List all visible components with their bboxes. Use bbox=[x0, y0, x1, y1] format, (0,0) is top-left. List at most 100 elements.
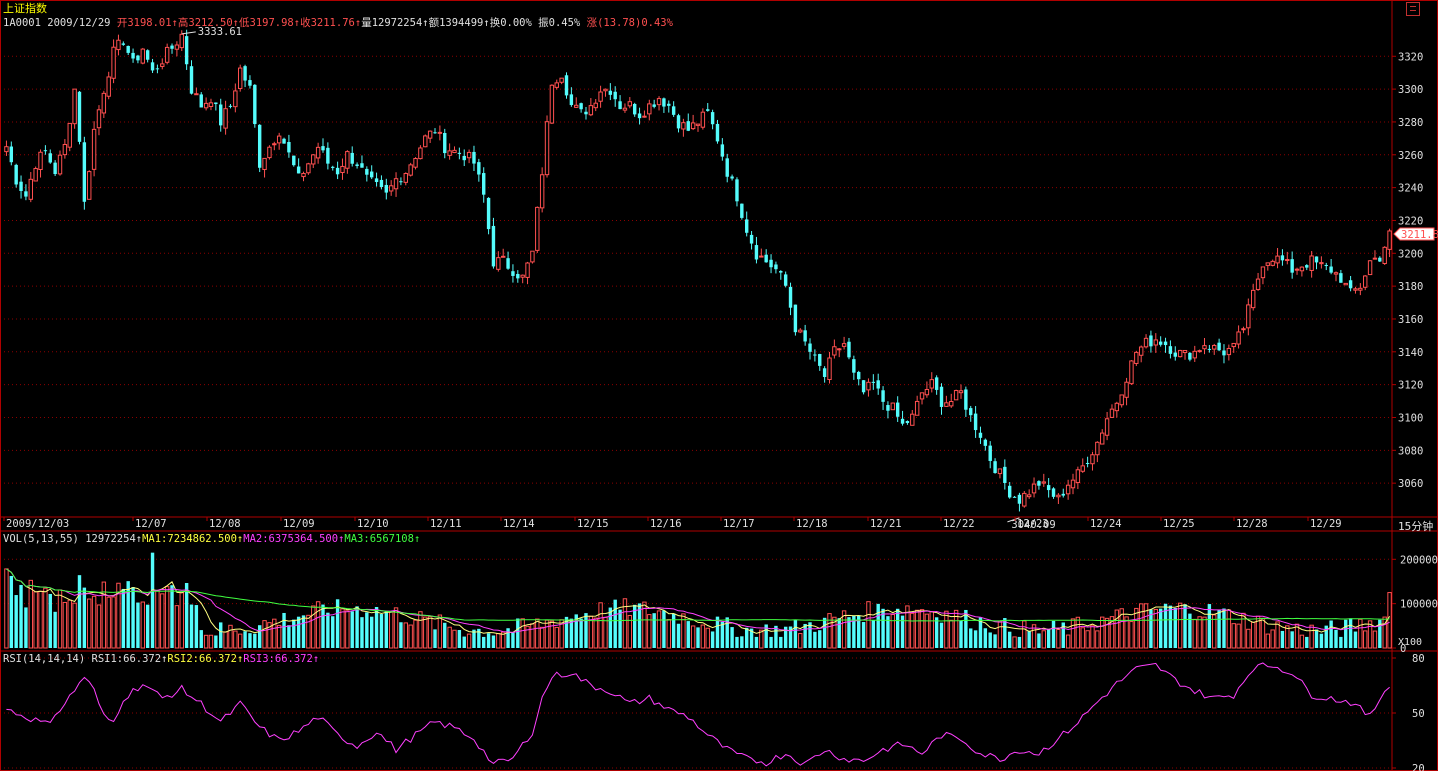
candle-body-down bbox=[905, 421, 910, 424]
candle-body-down bbox=[1314, 256, 1319, 263]
candle-body-down bbox=[477, 162, 481, 175]
ohlc-info-row: 1A0001 2009/12/29 开3198.01↑高3212.50↑低319… bbox=[3, 17, 673, 29]
candle-body-up bbox=[953, 390, 959, 401]
candle-body-down bbox=[1339, 273, 1343, 283]
volume-bar-down bbox=[710, 631, 715, 648]
volume-bar-down bbox=[253, 633, 257, 648]
volume-bar-up bbox=[1153, 608, 1159, 649]
candle-body-up bbox=[841, 343, 847, 347]
candle-body-down bbox=[740, 203, 744, 218]
volume-bar-down bbox=[145, 604, 150, 648]
candle-body-down bbox=[710, 112, 715, 125]
volume-bar-down bbox=[292, 619, 296, 648]
rsi-tick-label: 80 bbox=[1412, 653, 1425, 665]
candle-body-up bbox=[837, 348, 842, 351]
volume-bar-up bbox=[452, 629, 457, 649]
volume-bar-down bbox=[1207, 604, 1212, 648]
volume-bar-down bbox=[632, 604, 637, 648]
window-toggle-icon[interactable] bbox=[1406, 2, 1420, 16]
candle-body-up bbox=[890, 402, 896, 411]
date-label: 12/21 bbox=[870, 518, 902, 530]
candle-body-down bbox=[730, 176, 734, 179]
current-price-label: 3211.8 bbox=[1401, 229, 1438, 241]
candle-body-down bbox=[993, 461, 997, 474]
candle-body-up bbox=[544, 121, 550, 176]
candle-body-up bbox=[1236, 331, 1241, 345]
candle-body-down bbox=[360, 163, 364, 168]
candle-body-up bbox=[1109, 408, 1115, 418]
volume-bar-down bbox=[248, 633, 252, 648]
candle-body-down bbox=[350, 152, 354, 164]
candle-body-up bbox=[924, 388, 930, 396]
candle-body-down bbox=[282, 138, 286, 144]
volume-unit-label: X100 bbox=[1398, 637, 1423, 648]
candle-body-up bbox=[1080, 465, 1085, 472]
candle-body-up bbox=[1100, 432, 1105, 445]
candle-body-up bbox=[1114, 402, 1120, 412]
candle-body-up bbox=[427, 130, 433, 139]
candle-body-up bbox=[866, 381, 871, 391]
candle-body-down bbox=[808, 343, 812, 352]
volume-bar-down bbox=[77, 575, 82, 648]
candle-body-down bbox=[482, 173, 486, 195]
candle-body-down bbox=[881, 390, 885, 402]
date-label: 12/24 bbox=[1090, 518, 1122, 530]
candle-body-down bbox=[744, 219, 749, 233]
date-label: 12/14 bbox=[503, 518, 535, 530]
date-label: 12/17 bbox=[723, 518, 755, 530]
volume-bar-up bbox=[520, 618, 525, 649]
volume-bar-up bbox=[1080, 627, 1085, 649]
candle-body-up bbox=[1358, 287, 1363, 291]
volume-bar-down bbox=[1280, 630, 1285, 648]
candle-body-down bbox=[671, 106, 676, 115]
volume-bar-down bbox=[214, 635, 218, 648]
candle-body-down bbox=[1037, 481, 1041, 486]
candle-body-down bbox=[1207, 348, 1212, 350]
candle-body-down bbox=[433, 132, 437, 134]
timeframe-label[interactable]: 15分钟 bbox=[1398, 518, 1433, 534]
candle-body-up bbox=[656, 98, 662, 106]
volume-bar-up bbox=[237, 633, 243, 649]
volume-bar-down bbox=[82, 587, 87, 648]
candle-body-down bbox=[511, 271, 515, 276]
price-tick-label: 3240 bbox=[1398, 183, 1423, 195]
volume-bar-up bbox=[1041, 630, 1046, 649]
volume-bar-up bbox=[549, 620, 555, 649]
volume-bar-up bbox=[949, 619, 954, 649]
candle-body-down bbox=[978, 432, 983, 438]
candle-body-down bbox=[764, 254, 768, 263]
candle-body-up bbox=[67, 122, 72, 148]
candle-body-down bbox=[857, 371, 861, 380]
candle-body-up bbox=[1177, 349, 1183, 358]
candle-body-down bbox=[1012, 496, 1017, 498]
volume-bar-down bbox=[744, 627, 749, 648]
volume-bar-up bbox=[705, 627, 710, 649]
volume-bar-down bbox=[1329, 620, 1333, 648]
candle-body-down bbox=[847, 341, 851, 358]
rsi-info-row: RSI(14,14,14) RSI1:66.372↑RSI2:66.372↑RS… bbox=[3, 653, 320, 665]
candle-body-up bbox=[588, 105, 594, 116]
volume-bar-down bbox=[613, 599, 617, 648]
volume-bar-up bbox=[890, 614, 896, 649]
candle-body-up bbox=[1367, 260, 1373, 276]
candle-body-down bbox=[876, 380, 880, 389]
candle-body-up bbox=[1294, 268, 1300, 271]
candle-body-up bbox=[642, 115, 647, 118]
volume-bar-down bbox=[1051, 620, 1056, 648]
candle-body-down bbox=[1046, 485, 1051, 491]
volume-bar-up bbox=[539, 626, 545, 649]
index-title: 上证指数 bbox=[3, 2, 47, 15]
volume-bar-down bbox=[993, 634, 997, 648]
candle-body-up bbox=[1285, 259, 1290, 262]
volume-bar-up bbox=[1192, 618, 1197, 649]
candle-body-down bbox=[788, 286, 793, 308]
date-label: 12/09 bbox=[283, 518, 315, 530]
volume-bar-up bbox=[140, 601, 146, 649]
volume-bar-down bbox=[360, 617, 364, 648]
candle-body-up bbox=[690, 122, 696, 130]
volume-bar-up bbox=[87, 598, 92, 649]
volume-bar-down bbox=[1314, 629, 1319, 648]
volume-bar-up bbox=[1270, 629, 1275, 649]
candle-body-down bbox=[374, 178, 379, 183]
volume-bar-down bbox=[988, 632, 992, 648]
